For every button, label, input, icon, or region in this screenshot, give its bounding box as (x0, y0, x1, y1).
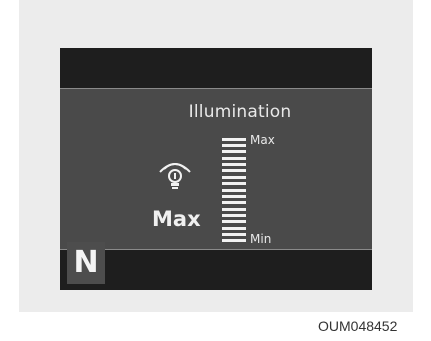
gauge-min-label: Min (250, 232, 272, 246)
cluster-display: Illumination Max Max Min N (60, 48, 372, 290)
gauge-segment (222, 226, 246, 230)
gauge-max-label: Max (250, 133, 275, 147)
figure-caption: OUM048452 (318, 318, 398, 334)
gauge-segment (222, 213, 246, 217)
gauge-segment (222, 207, 246, 211)
gauge-segment (222, 194, 246, 198)
dashboard-illumination-icon (159, 163, 191, 189)
gauge-segment (222, 150, 246, 154)
illumination-level: Max (152, 207, 201, 231)
illumination-title: Illumination (188, 102, 292, 122)
illumination-gauge (222, 136, 246, 244)
gauge-segment (222, 188, 246, 192)
gauge-segment (222, 137, 246, 141)
gauge-segment (222, 232, 246, 236)
gauge-segment (222, 175, 246, 179)
gauge-segment (222, 239, 246, 243)
gauge-segment (222, 220, 246, 224)
gauge-segment (222, 169, 246, 173)
gauge-segment (222, 156, 246, 160)
gauge-segment (222, 182, 246, 186)
gauge-segment (222, 163, 246, 167)
gauge-segment (222, 201, 246, 205)
illumination-panel: Illumination Max Max Min (60, 88, 372, 250)
gear-indicator: N (67, 242, 105, 284)
gauge-segment (222, 144, 246, 148)
